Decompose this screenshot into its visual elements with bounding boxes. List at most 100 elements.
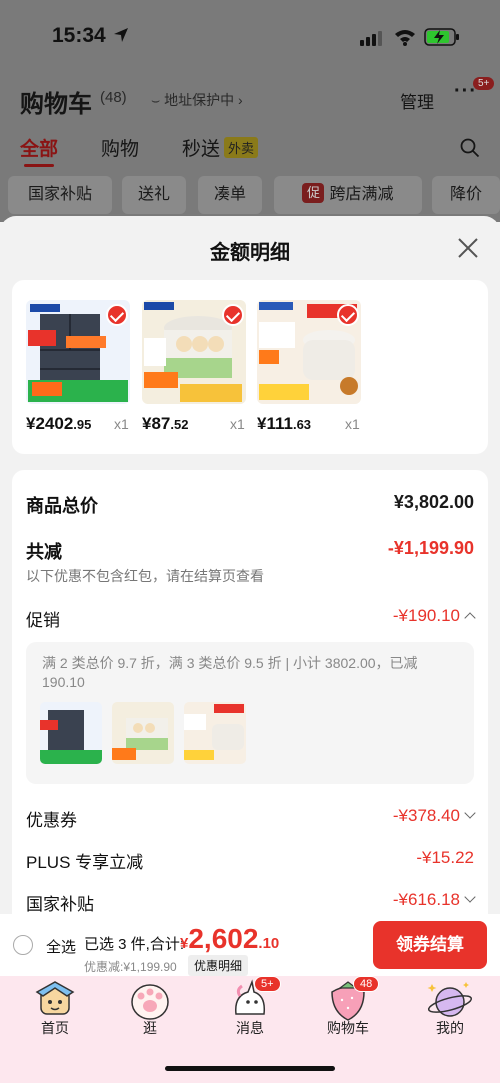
product-price: ¥111.63 bbox=[257, 414, 311, 434]
price-dec: .52 bbox=[170, 417, 189, 432]
chip-price-drop[interactable]: 降价 bbox=[432, 176, 500, 214]
coupon-row-toggle[interactable]: -¥378.40 bbox=[392, 806, 476, 826]
planet-icon bbox=[427, 982, 473, 1017]
chevron-up-icon bbox=[464, 612, 476, 624]
tab-home[interactable]: 首页 bbox=[5, 976, 105, 1046]
cellular-signal-icon bbox=[360, 31, 382, 46]
tab-shopping[interactable]: 购物 bbox=[101, 134, 139, 161]
tab-browse-label: 逛 bbox=[143, 1020, 157, 1036]
total-reduce-value: -¥1,199.90 bbox=[387, 538, 474, 558]
chevron-down-icon bbox=[464, 807, 476, 819]
address-shield-icon: ⌣ bbox=[151, 92, 161, 108]
subsidy-label: 国家补贴 bbox=[26, 895, 94, 914]
tab-mine-label: 我的 bbox=[436, 1020, 464, 1036]
address-text: 地址保护中 bbox=[164, 92, 235, 108]
reduce-note: 以下优惠不包含红包，请在结算页查看 bbox=[26, 568, 264, 584]
more-badge: 5+ bbox=[473, 77, 495, 90]
status-time: 15:34 bbox=[52, 24, 106, 47]
product-qty: x1 bbox=[114, 416, 129, 432]
tab-all-label: 全部 bbox=[20, 139, 59, 160]
cart-count: (48) bbox=[100, 89, 127, 106]
tab-underline bbox=[24, 164, 54, 167]
filter-chips: 国家补贴 送礼 凑单 促跨店满减 降价 bbox=[8, 176, 500, 214]
promo-value: -¥190.10 bbox=[392, 606, 460, 625]
tab-browse[interactable]: 逛 bbox=[100, 976, 200, 1046]
selected-check-icon bbox=[106, 304, 128, 326]
selected-check-icon bbox=[337, 304, 359, 326]
selected-count-text: 已选 3 件,合计: bbox=[84, 936, 185, 953]
selected-check-icon bbox=[222, 304, 244, 326]
tab-messages-badge: 5+ bbox=[254, 976, 281, 992]
cart-page-background: 购物车 (48) ⌣ 地址保护中 › 管理 ··· 5+ 全部 购物 秒送 外卖 … bbox=[0, 72, 500, 222]
plus-label: PLUS 专享立减 bbox=[26, 853, 144, 872]
chip-coudan[interactable]: 凑单 bbox=[198, 176, 262, 214]
chevron-right-icon: › bbox=[238, 92, 243, 108]
checkout-bar: 全选 已选 3 件,合计: ¥2,602.10 优惠减:¥1,199.90 优惠… bbox=[0, 914, 500, 976]
promo-detail-box: 满 2 类总价 9.7 折，满 3 类总价 9.5 折 | 小计 3802.00… bbox=[26, 642, 474, 784]
cart-title: 购物车 bbox=[20, 91, 92, 118]
chip-cross-store-label: 跨店满减 bbox=[329, 186, 394, 203]
select-all-label[interactable]: 全选 bbox=[46, 936, 76, 957]
promo-thumb-rice-cooker bbox=[184, 702, 246, 764]
amount-detail-sheet: 金额明细 ¥2402.95 x1 ¥87.52 x1 ¥111.63 x1 商品… bbox=[0, 216, 500, 926]
total-price-label: 商品总价 bbox=[26, 496, 98, 516]
close-icon[interactable] bbox=[456, 236, 480, 260]
paw-icon bbox=[131, 984, 169, 1020]
total-int: 2,602 bbox=[188, 923, 259, 954]
price-dec: .95 bbox=[73, 417, 92, 432]
promo-thumb-fridge bbox=[40, 702, 102, 764]
discount-text: 优惠减:¥1,199.90 bbox=[84, 960, 177, 974]
discount-detail-button[interactable]: 优惠明细 bbox=[188, 955, 249, 976]
subsidy-value: -¥616.18 bbox=[392, 890, 460, 909]
products-card: ¥2402.95 x1 ¥87.52 x1 ¥111.63 x1 bbox=[12, 280, 488, 454]
manage-button[interactable]: 管理 bbox=[400, 88, 434, 113]
promo-cu-icon: 促 bbox=[302, 183, 325, 203]
promo-row-toggle[interactable]: -¥190.10 bbox=[392, 606, 476, 626]
chip-gift[interactable]: 送礼 bbox=[122, 176, 186, 214]
tab-mine[interactable]: 我的 bbox=[400, 976, 500, 1046]
tab-cart-badge: 48 bbox=[353, 976, 380, 992]
chip-national-subsidy[interactable]: 国家补贴 bbox=[8, 176, 112, 214]
total-reduce-label: 共减 bbox=[26, 542, 62, 562]
waimai-tag: 外卖 bbox=[224, 137, 259, 158]
tab-cart[interactable]: 48 购物车 bbox=[298, 976, 398, 1046]
sheet-title: 金额明细 bbox=[210, 242, 290, 264]
amount-detail-card: 商品总价 ¥3,802.00 共减 -¥1,199.90 以下优惠不包含红包，请… bbox=[12, 470, 488, 926]
tab-cart-label: 购物车 bbox=[327, 1020, 369, 1036]
subsidy-row-toggle[interactable]: -¥616.18 bbox=[392, 890, 476, 910]
home-indicator bbox=[165, 1066, 335, 1071]
location-arrow-icon bbox=[114, 28, 128, 42]
select-all-radio[interactable] bbox=[13, 935, 33, 955]
promo-detail-text: 满 2 类总价 9.7 折，满 3 类总价 9.5 折 | 小计 3802.00… bbox=[42, 655, 418, 690]
total-amount: ¥2,602.10 bbox=[180, 923, 279, 955]
tab-messages[interactable]: 5+ 消息 bbox=[200, 976, 300, 1046]
price-dec: .63 bbox=[292, 417, 312, 432]
status-bar: 15:34 bbox=[0, 0, 500, 72]
tab-miaosong-label: 秒送 bbox=[182, 139, 221, 160]
chip-cross-store[interactable]: 促跨店满减 bbox=[274, 176, 422, 214]
search-icon[interactable] bbox=[460, 138, 480, 158]
product-price: ¥87.52 bbox=[142, 414, 188, 434]
total-price-value: ¥3,802.00 bbox=[393, 492, 474, 512]
coupon-label: 优惠券 bbox=[26, 811, 77, 830]
battery-charging-icon bbox=[424, 28, 459, 46]
tab-miaosong[interactable]: 秒送 外卖 bbox=[182, 134, 259, 161]
price-int: ¥87 bbox=[142, 414, 171, 433]
price-int: ¥2402 bbox=[26, 414, 74, 433]
tab-home-label: 首页 bbox=[41, 1020, 69, 1036]
promo-label: 促销 bbox=[26, 611, 60, 630]
coupon-value: -¥378.40 bbox=[392, 806, 460, 825]
product-price: ¥2402.95 bbox=[26, 414, 91, 434]
address-protect-pill[interactable]: ⌣ 地址保护中 › bbox=[143, 88, 251, 112]
wifi-icon bbox=[395, 30, 415, 46]
chevron-down-icon bbox=[464, 891, 476, 903]
checkout-button[interactable]: 领券结算 bbox=[373, 921, 487, 969]
product-qty: x1 bbox=[345, 416, 360, 432]
price-int: ¥111 bbox=[257, 414, 293, 433]
promo-thumb-steamer bbox=[112, 702, 174, 764]
home-bear-icon bbox=[35, 981, 75, 1015]
tab-messages-label: 消息 bbox=[236, 1020, 264, 1036]
total-dec: .10 bbox=[258, 935, 280, 952]
plus-value: -¥15.22 bbox=[416, 848, 474, 867]
tab-all[interactable]: 全部 bbox=[20, 134, 59, 167]
